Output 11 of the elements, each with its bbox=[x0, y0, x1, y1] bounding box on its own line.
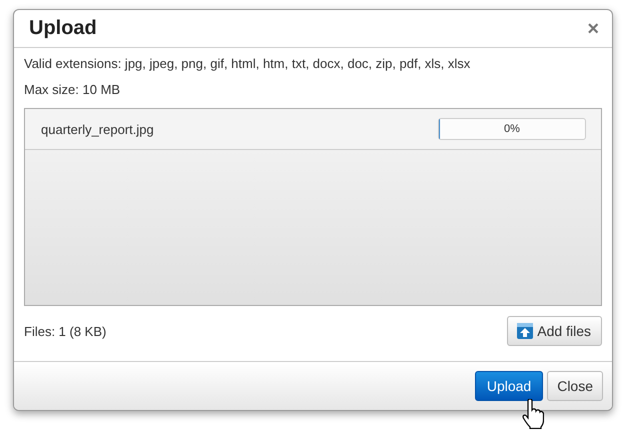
close-button[interactable]: × bbox=[587, 18, 599, 38]
info-text: Valid extensions: jpg, jpeg, png, gif, html, htm, txt, docx, doc, zip, pdf, xls, xlsx bbox=[24, 56, 472, 72]
file-name: quarterly_report.jpg bbox=[41, 122, 154, 136]
add-files-button[interactable]: Add files bbox=[507, 316, 602, 346]
progress-text: 0% bbox=[503, 122, 521, 137]
info-text: Max size: 10 MB bbox=[24, 82, 122, 98]
upload-button[interactable]: Upload bbox=[474, 371, 544, 401]
file-summary: Files: 1 (8 KB) bbox=[24, 324, 106, 338]
upload-icon bbox=[517, 323, 534, 339]
dialog-title: Upload bbox=[29, 17, 97, 40]
close-dialog-button[interactable]: Close bbox=[547, 371, 603, 401]
